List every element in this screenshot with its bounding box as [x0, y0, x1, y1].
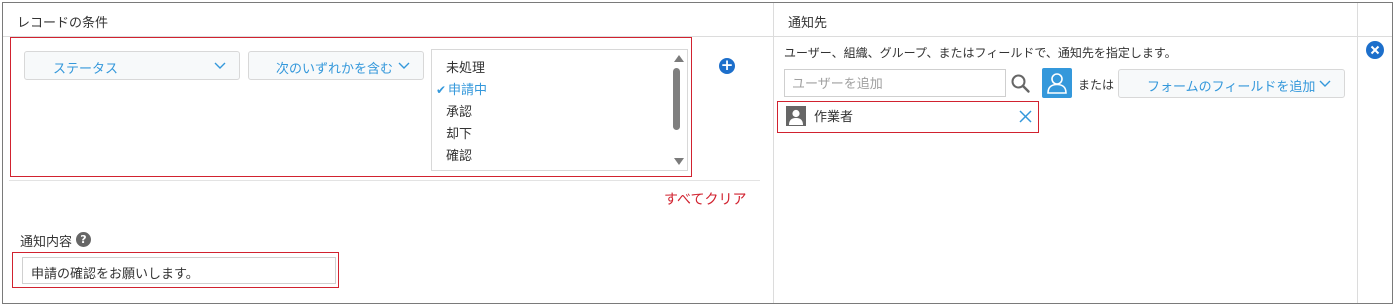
close-icon[interactable] — [1019, 110, 1032, 123]
scroll-up-arrow-icon[interactable] — [674, 55, 684, 62]
user-picker-button[interactable] — [1042, 68, 1072, 98]
add-form-field-select[interactable]: フォームのフィールドを追加 — [1118, 69, 1345, 98]
operator-select-label: 次のいずれかを含む — [276, 62, 394, 77]
scrollbar-thumb[interactable] — [673, 68, 680, 130]
user-icon — [1047, 73, 1067, 94]
scroll-down-arrow-icon[interactable] — [674, 158, 684, 165]
user-avatar-icon — [786, 106, 806, 126]
option-item[interactable]: 却下 — [446, 123, 472, 142]
notification-content-label: 通知内容 — [20, 235, 73, 250]
chevron-down-icon — [214, 62, 226, 69]
option-item[interactable]: 承認 — [446, 101, 472, 120]
or-label: または — [1078, 78, 1115, 92]
column-divider-actions — [1357, 3, 1358, 303]
option-item-selected[interactable]: ✔ 申請中 — [436, 79, 487, 98]
option-item[interactable]: 確認 — [446, 145, 472, 164]
option-item[interactable]: 未処理 — [446, 57, 485, 76]
notification-content-input[interactable]: 申請の確認をお願いします。 — [22, 257, 336, 284]
status-options-list[interactable]: 未処理 ✔申請中 承認 却下 確認 結算 — [431, 49, 688, 171]
add-condition-plus-icon[interactable]: + — [719, 58, 735, 74]
operator-select[interactable]: 次のいずれかを含む — [248, 51, 424, 80]
condition-divider — [9, 180, 760, 181]
help-icon[interactable]: ? — [76, 232, 91, 247]
recipients-header: 通知先 — [774, 3, 1357, 37]
remove-rule-icon[interactable] — [1366, 41, 1384, 59]
field-select[interactable]: ステータス — [24, 51, 240, 80]
condition-header: レコードの条件 — [3, 3, 773, 37]
search-icon[interactable] — [1007, 69, 1034, 97]
recipients-description: ユーザー、組織、グループ、またはフィールドで、通知先を指定します。 — [784, 46, 1177, 60]
condition-header-title: レコードの条件 — [17, 16, 109, 31]
recipients-header-title: 通知先 — [788, 16, 828, 31]
column-divider — [773, 3, 774, 303]
clear-all-link[interactable]: すべてクリア — [664, 189, 746, 209]
recipient-tag: 作業者 — [777, 101, 1039, 133]
option-item[interactable]: 結算 — [446, 167, 472, 170]
field-select-label: ステータス — [53, 62, 119, 77]
actions-header — [1358, 3, 1392, 37]
chevron-down-icon — [398, 62, 410, 69]
checkmark-icon: ✔ — [436, 83, 447, 97]
chevron-down-icon — [1319, 80, 1331, 87]
add-user-input[interactable] — [784, 69, 1006, 97]
recipient-name: 作業者 — [814, 110, 854, 125]
add-form-field-label: フォームのフィールドを追加 — [1147, 80, 1316, 95]
